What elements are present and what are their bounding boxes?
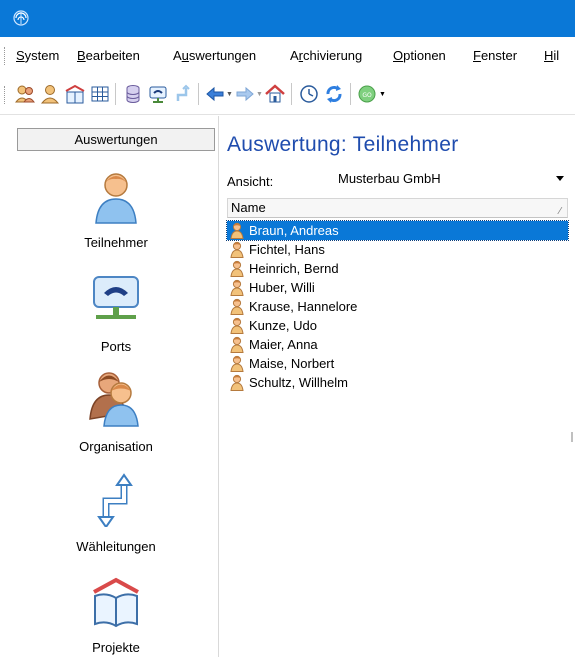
- table-row[interactable]: Heinrich, Bernd: [227, 259, 568, 278]
- view-select-value: Musterbau GmbH: [338, 171, 441, 186]
- menu-optionen[interactable]: Optionen: [393, 48, 446, 63]
- home-icon[interactable]: [264, 83, 286, 105]
- table-row[interactable]: Schultz, Willhelm: [227, 373, 568, 392]
- go-dropdown-icon[interactable]: ▼: [379, 91, 386, 98]
- sidebar-item-organisation[interactable]: Organisation: [17, 369, 215, 454]
- forward-dropdown-icon[interactable]: ▼: [256, 91, 263, 98]
- sidebar-item-label: Wähleitungen: [76, 539, 156, 554]
- menu-system[interactable]: System: [16, 48, 59, 63]
- row-label: Heinrich, Bernd: [249, 261, 339, 276]
- toolbar: ▼ ▼ GO ▼: [0, 73, 575, 115]
- route-arrows-icon: [97, 473, 133, 527]
- person-icon[interactable]: [39, 83, 61, 105]
- row-label: Fichtel, Hans: [249, 242, 325, 257]
- clock-icon[interactable]: [298, 83, 320, 105]
- menu-bearbeiten[interactable]: Bearbeiten: [77, 48, 140, 63]
- table-row[interactable]: Maise, Norbert: [227, 354, 568, 373]
- sidebar-item-label: Ports: [100, 339, 132, 354]
- person-icon: [230, 241, 244, 258]
- back-dropdown-icon[interactable]: ▼: [226, 91, 233, 98]
- person-icon: [230, 374, 244, 391]
- splitter-handle[interactable]: [571, 432, 573, 442]
- menu-auswertungen[interactable]: Auswertungen: [173, 48, 256, 63]
- go-button-icon[interactable]: GO: [356, 83, 378, 105]
- title-bar: [0, 0, 575, 37]
- column-header-label: Name: [231, 200, 266, 215]
- menu-bar: System Bearbeiten Auswertungen Archivier…: [0, 37, 575, 73]
- person-icon: [230, 336, 244, 353]
- svg-text:GO: GO: [362, 92, 372, 99]
- sidebar-item-label: Projekte: [92, 640, 140, 655]
- sort-icon: ⁄: [559, 206, 561, 217]
- side-panel-header: Auswertungen: [17, 128, 215, 151]
- phone-port-icon[interactable]: [147, 83, 169, 105]
- group-icon: [89, 372, 139, 427]
- book-icon[interactable]: [64, 83, 86, 105]
- main-panel: Auswertung: Teilnehmer Ansicht: Musterba…: [219, 116, 575, 657]
- toolbar-grip-handle[interactable]: [4, 86, 7, 104]
- person-icon: [230, 355, 244, 372]
- menu-grip-handle[interactable]: [4, 47, 7, 65]
- chevron-down-icon[interactable]: [556, 176, 564, 181]
- table-row[interactable]: Maier, Anna: [227, 335, 568, 354]
- view-label: Ansicht:: [227, 174, 274, 189]
- row-label: Maier, Anna: [249, 337, 318, 352]
- person-icon: [230, 260, 244, 277]
- sidebar-item-label: Organisation: [79, 439, 153, 454]
- toolbar-separator: [350, 83, 351, 105]
- table-row[interactable]: Kunze, Udo: [227, 316, 568, 335]
- row-label: Maise, Norbert: [249, 356, 335, 371]
- toolbar-separator: [198, 83, 199, 105]
- sidebar-item-label: Teilnehmer: [84, 235, 148, 250]
- table-row[interactable]: Fichtel, Hans: [227, 240, 568, 259]
- sidebar-item-waehlleitungen[interactable]: Wähleitungen: [17, 471, 215, 554]
- toolbar-separator: [115, 83, 116, 105]
- sidebar-item-ports[interactable]: Ports: [17, 269, 215, 354]
- table-row[interactable]: Huber, Willi: [227, 278, 568, 297]
- sidebar-item-projekte[interactable]: Projekte: [17, 574, 215, 655]
- row-label: Kunze, Udo: [249, 318, 317, 333]
- book-icon: [93, 577, 139, 628]
- table-row[interactable]: Braun, Andreas: [226, 220, 569, 241]
- person-icon: [230, 317, 244, 334]
- participant-list: Braun, Andreas Fichtel, Hans Heinrich, Ber…: [226, 220, 569, 392]
- users-icon[interactable]: [14, 83, 36, 105]
- row-label: Schultz, Willhelm: [249, 375, 348, 390]
- toolbar-separator: [291, 83, 292, 105]
- menu-fenster[interactable]: Fenster: [473, 48, 517, 63]
- view-select[interactable]: Musterbau GmbH: [330, 169, 570, 191]
- table-row[interactable]: Krause, Hannelore: [227, 297, 568, 316]
- forward-arrow-icon[interactable]: [234, 83, 256, 105]
- person-icon: [230, 298, 244, 315]
- refresh-icon[interactable]: [323, 83, 345, 105]
- app-logo-icon[interactable]: [12, 9, 30, 27]
- route-arrows-icon[interactable]: [172, 83, 194, 105]
- grid-icon[interactable]: [89, 83, 111, 105]
- database-icon[interactable]: [122, 83, 144, 105]
- row-label: Krause, Hannelore: [249, 299, 358, 314]
- person-icon: [230, 222, 244, 239]
- menu-hilfe[interactable]: Hil: [544, 48, 559, 63]
- person-icon: [95, 173, 137, 224]
- phone-port-icon: [93, 276, 139, 319]
- page-title: Auswertung: Teilnehmer: [227, 133, 459, 156]
- column-header-name[interactable]: Name ⁄: [227, 198, 568, 218]
- person-icon: [230, 279, 244, 296]
- row-label: Huber, Willi: [249, 280, 315, 295]
- row-label: Braun, Andreas: [249, 223, 339, 238]
- side-panel: Auswertungen Teilnehmer Ports Organisati…: [0, 116, 219, 657]
- sidebar-item-teilnehmer[interactable]: Teilnehmer: [17, 169, 215, 250]
- back-arrow-icon[interactable]: [204, 83, 226, 105]
- menu-archivierung[interactable]: Archivierung: [290, 48, 362, 63]
